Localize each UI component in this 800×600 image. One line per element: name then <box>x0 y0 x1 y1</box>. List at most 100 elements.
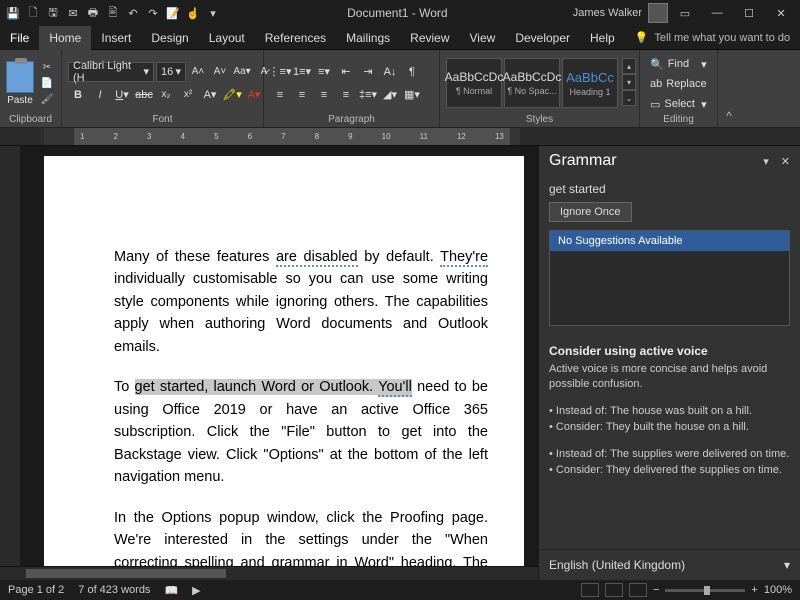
change-case-icon[interactable]: Aa▾ <box>232 62 252 82</box>
zoom-out-icon[interactable]: − <box>653 584 659 596</box>
multilevel-icon[interactable]: ≡▾ <box>314 62 334 82</box>
tab-home[interactable]: Home <box>39 26 91 50</box>
horizontal-ruler[interactable]: 12345678910111213 <box>0 128 800 146</box>
share-button[interactable]: 👤Share <box>790 31 800 45</box>
font-size-combo[interactable]: 16▾ <box>156 62 186 82</box>
select-button[interactable]: ▭Select▾ <box>646 95 711 113</box>
maximize-icon[interactable]: ☐ <box>734 0 764 26</box>
ribbon-options-icon[interactable]: ▭ <box>670 0 700 26</box>
minimize-icon[interactable]: — <box>702 0 732 26</box>
no-suggestions[interactable]: No Suggestions Available <box>550 231 789 251</box>
close-icon[interactable]: ✕ <box>766 0 796 26</box>
pane-close-icon[interactable]: ✕ <box>781 155 790 168</box>
macro-icon[interactable]: ▶ <box>192 584 200 597</box>
tab-developer[interactable]: Developer <box>505 26 580 50</box>
web-layout-icon[interactable] <box>629 583 647 597</box>
show-marks-icon[interactable]: ¶ <box>402 62 422 82</box>
zoom-in-icon[interactable]: + <box>751 584 757 596</box>
tab-layout[interactable]: Layout <box>199 26 255 50</box>
borders-icon[interactable]: ▦▾ <box>402 85 422 105</box>
tab-file[interactable]: File <box>0 26 39 50</box>
tell-me[interactable]: 💡Tell me what you want to do <box>635 31 790 44</box>
subscript-button[interactable]: x₂ <box>156 85 176 105</box>
pane-options-icon[interactable]: ▾ <box>763 155 769 168</box>
customize-icon[interactable]: 📝 <box>164 4 182 22</box>
cut-icon[interactable]: ✂ <box>39 60 55 74</box>
tab-view[interactable]: View <box>460 26 506 50</box>
touch-icon[interactable]: ☝ <box>184 4 202 22</box>
styles-down-icon[interactable]: ▾ <box>622 74 636 90</box>
underline-button[interactable]: U▾ <box>112 85 132 105</box>
text-effects-icon[interactable]: A▾ <box>200 85 220 105</box>
font-color-icon[interactable]: A▾ <box>244 85 264 105</box>
replace-button[interactable]: abReplace <box>646 75 711 93</box>
paste-button[interactable]: Paste <box>6 61 34 106</box>
printpreview-icon[interactable]: 🖹 <box>104 4 122 22</box>
decrease-indent-icon[interactable]: ⇤ <box>336 62 356 82</box>
collapse-ribbon-icon[interactable]: ^ <box>726 109 732 123</box>
style-nospacing[interactable]: AaBbCcDc¶ No Spac... <box>504 58 560 108</box>
find-button[interactable]: 🔍Find▾ <box>646 55 711 73</box>
word-count[interactable]: 7 of 423 words <box>78 584 150 596</box>
ignore-once-button[interactable]: Ignore Once <box>549 202 632 222</box>
align-right-icon[interactable]: ≡ <box>314 85 334 105</box>
undo-icon[interactable]: ↶ <box>124 4 142 22</box>
style-normal[interactable]: AaBbCcDc¶ Normal <box>446 58 502 108</box>
shading-icon[interactable]: ◢▾ <box>380 85 400 105</box>
read-mode-icon[interactable] <box>581 583 599 597</box>
clipboard-label: Clipboard <box>6 114 55 127</box>
zoom-level[interactable]: 100% <box>764 584 792 596</box>
styles-up-icon[interactable]: ▴ <box>622 58 636 74</box>
titlebar: 💾 🗋 🖫 ✉ 🖶 🖹 ↶ ↷ 📝 ☝ ▾ Document1 - Word J… <box>0 0 800 26</box>
italic-button[interactable]: I <box>90 85 110 105</box>
save-icon[interactable]: 🖫 <box>44 4 62 22</box>
spell-status-icon[interactable]: 📖 <box>164 584 178 597</box>
bullets-icon[interactable]: ⋮≡▾ <box>270 62 290 82</box>
formatpainter-icon[interactable]: 🖌 <box>39 92 55 106</box>
shrink-font-icon[interactable]: A˅ <box>210 62 230 82</box>
email-icon[interactable]: ✉ <box>64 4 82 22</box>
quickprint-icon[interactable]: 🖶 <box>84 4 102 22</box>
increase-indent-icon[interactable]: ⇥ <box>358 62 378 82</box>
tab-help[interactable]: Help <box>580 26 625 50</box>
superscript-button[interactable]: x² <box>178 85 198 105</box>
new-icon[interactable]: 🗋 <box>24 4 42 22</box>
suggestions-box: No Suggestions Available <box>549 230 790 326</box>
search-icon: 🔍 <box>650 58 664 71</box>
tab-design[interactable]: Design <box>141 26 198 50</box>
font-name-combo[interactable]: Calibri Light (H▾ <box>68 62 154 82</box>
line-spacing-icon[interactable]: ‡≡▾ <box>358 85 378 105</box>
zoom-slider[interactable] <box>665 589 745 592</box>
statusbar: Page 1 of 2 7 of 423 words 📖 ▶ − + 100% <box>0 580 800 600</box>
tab-mailings[interactable]: Mailings <box>336 26 400 50</box>
align-center-icon[interactable]: ≡ <box>292 85 312 105</box>
horizontal-scrollbar[interactable] <box>0 566 538 580</box>
tab-references[interactable]: References <box>255 26 336 50</box>
ribbon-tabs: File Home Insert Design Layout Reference… <box>0 26 800 50</box>
qat-dropdown-icon[interactable]: ▾ <box>204 4 222 22</box>
highlight-icon[interactable]: 🖍▾ <box>222 85 242 105</box>
grow-font-icon[interactable]: A˄ <box>188 62 208 82</box>
user-area[interactable]: James Walker <box>573 3 668 23</box>
page-status[interactable]: Page 1 of 2 <box>8 584 64 596</box>
bold-button[interactable]: B <box>68 85 88 105</box>
print-layout-icon[interactable] <box>605 583 623 597</box>
vertical-ruler[interactable] <box>0 146 20 580</box>
style-heading1[interactable]: AaBbCcHeading 1 <box>562 58 618 108</box>
styles-more-icon[interactable]: ⌄ <box>622 90 636 106</box>
redo-icon[interactable]: ↷ <box>144 4 162 22</box>
avatar[interactable] <box>648 3 668 23</box>
justify-icon[interactable]: ≡ <box>336 85 356 105</box>
copy-icon[interactable]: 📄 <box>39 76 55 90</box>
styles-label: Styles <box>446 114 633 127</box>
sort-icon[interactable]: A↓ <box>380 62 400 82</box>
tab-insert[interactable]: Insert <box>91 26 141 50</box>
autosave-icon[interactable]: 💾 <box>4 4 22 22</box>
strike-button[interactable]: abc <box>134 85 154 105</box>
tab-review[interactable]: Review <box>400 26 459 50</box>
grammar-flag: are disabled <box>276 249 358 267</box>
numbering-icon[interactable]: 1≡▾ <box>292 62 312 82</box>
align-left-icon[interactable]: ≡ <box>270 85 290 105</box>
language-selector[interactable]: English (United Kingdom)▾ <box>539 549 800 580</box>
document-page[interactable]: Many of these features are disabled by d… <box>44 156 524 580</box>
